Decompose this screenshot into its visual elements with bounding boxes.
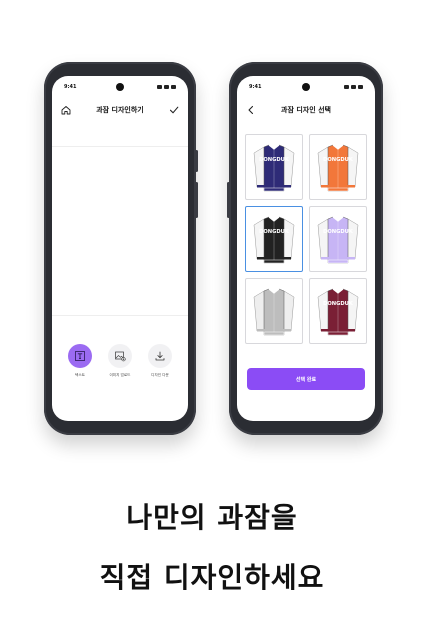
jacket-icon: DONGDUK [253,144,295,192]
jacket-print-text: DONGDUK [259,229,290,235]
phone-screen: 9:41 과잠 디자인하기 텍스트 이미지 업로드 디자인 다운 [52,76,188,421]
text-box-icon [68,344,92,368]
tool-label: 텍스트 [75,373,85,377]
jacket-icon: DONGDUK [253,216,295,264]
status-time: 9:41 [64,84,77,90]
jacket-print-text: DONGDUK [259,157,290,163]
app-bar: 과잠 디자인하기 [52,98,188,122]
jacket-grid: DONGDUK DONGDUK DONGDUK DONGDUK DONGDUK [245,134,367,344]
jacket-icon [253,288,295,336]
phone-screen: 9:41 과잠 디자인 선택 DONGDUK DONGDUK DONGDUK DONG… [237,76,375,421]
jacket-print-text: DONGDUK [323,157,354,163]
jacket-option[interactable] [245,278,303,344]
tool-label: 이미지 업로드 [109,373,131,377]
jacket-print-text: DONGDUK [323,301,354,307]
image-upload-tool[interactable]: 이미지 업로드 [102,344,138,378]
front-camera [116,83,124,91]
status-icons [157,85,176,89]
headline-line-2: 직접 디자인하세요 [99,561,325,594]
app-bar: 과잠 디자인 선택 [237,98,375,122]
page-title: 과잠 디자인하기 [96,106,144,114]
tool-label: 디자인 다운 [151,373,169,377]
design-toolbar: 텍스트 이미지 업로드 디자인 다운 [52,344,188,378]
jacket-option[interactable]: DONGDUK [245,206,303,272]
jacket-option[interactable]: DONGDUK [309,134,367,200]
text-tool[interactable]: 텍스트 [62,344,98,378]
jacket-icon: DONGDUK [317,144,359,192]
page-title: 과잠 디자인 선택 [281,106,331,114]
jacket-print-text: DONGDUK [323,229,354,235]
front-camera [302,83,310,91]
status-icons [344,85,363,89]
jacket-option[interactable]: DONGDUK [245,134,303,200]
jacket-icon: DONGDUK [317,288,359,336]
status-time: 9:41 [249,84,262,90]
jacket-option[interactable]: DONGDUK [309,278,367,344]
phone-volume-button [227,182,230,218]
image-upload-icon [108,344,132,368]
check-icon[interactable] [166,102,182,118]
phone-volume-button [195,182,198,218]
phone-mockup-design: 9:41 과잠 디자인하기 텍스트 이미지 업로드 디자인 다운 [44,62,198,435]
confirm-button[interactable]: 선택 완료 [247,368,365,390]
download-tool[interactable]: 디자인 다운 [142,344,178,378]
jacket-icon: DONGDUK [317,216,359,264]
design-canvas[interactable] [52,146,188,316]
download-icon [148,344,172,368]
phone-side-button [195,150,198,172]
phone-mockup-select: 9:41 과잠 디자인 선택 DONGDUK DONGDUK DONGDUK DONG… [227,62,383,435]
headline-line-1: 나만의 과잠을 [126,501,298,534]
jacket-option[interactable]: DONGDUK [309,206,367,272]
home-icon[interactable] [58,102,74,118]
back-arrow-icon[interactable] [243,102,259,118]
